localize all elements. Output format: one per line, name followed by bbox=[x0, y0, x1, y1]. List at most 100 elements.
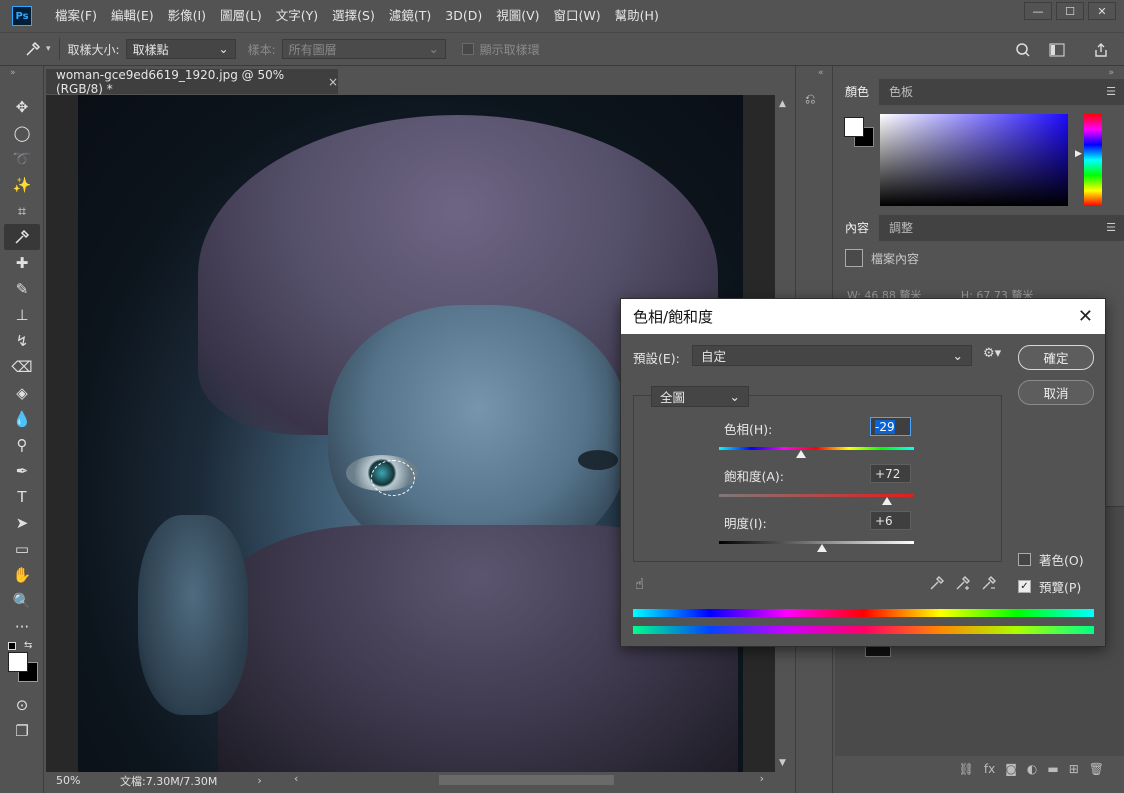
new-group-icon[interactable]: ▬ bbox=[1047, 762, 1058, 784]
screen-mode-icon[interactable]: ❐ bbox=[4, 718, 40, 744]
tab-swatches[interactable]: 色板 bbox=[879, 79, 923, 105]
link-layers-icon[interactable]: ⛓ bbox=[959, 762, 974, 784]
close-window-button[interactable]: ✕ bbox=[1088, 2, 1116, 20]
quick-mask-icon[interactable]: ⊙ bbox=[4, 692, 40, 718]
share-icon[interactable] bbox=[1090, 39, 1112, 61]
menu-help[interactable]: 幫助(H) bbox=[608, 0, 666, 32]
menu-type[interactable]: 文字(Y) bbox=[269, 0, 325, 32]
eyedropper-minus-icon[interactable] bbox=[981, 575, 997, 595]
hand-tool-icon[interactable]: ✋ bbox=[4, 562, 40, 588]
eyedropper-icon[interactable] bbox=[22, 38, 44, 60]
lightness-input[interactable]: +6 bbox=[870, 511, 911, 530]
horizontal-scrollbar[interactable]: ‹ › bbox=[294, 772, 764, 785]
ellipse-marquee-tool-icon[interactable]: ◯ bbox=[4, 120, 40, 146]
horizontal-scroll-thumb[interactable] bbox=[439, 775, 614, 785]
hue-input[interactable]: -29 bbox=[870, 417, 911, 436]
menu-image[interactable]: 影像(I) bbox=[161, 0, 213, 32]
maximize-button[interactable]: ☐ bbox=[1056, 2, 1084, 20]
lasso-tool-icon[interactable]: ➰ bbox=[4, 146, 40, 172]
sample-size-select[interactable]: 取樣點 ⌄ bbox=[125, 39, 236, 59]
magic-wand-tool-icon[interactable]: ✨ bbox=[4, 172, 40, 198]
type-tool-icon[interactable]: T bbox=[4, 484, 40, 510]
menu-file[interactable]: 檔案(F) bbox=[48, 0, 104, 32]
scroll-left-icon[interactable]: ‹ bbox=[294, 772, 298, 785]
tool-preset-chevron-icon[interactable]: ▾ bbox=[46, 44, 51, 54]
preview-checkbox[interactable]: ✓ bbox=[1018, 580, 1031, 593]
expand-panels-icon[interactable]: « bbox=[818, 68, 824, 78]
more-tools-icon[interactable]: ··· bbox=[4, 614, 40, 640]
foreground-color-swatch[interactable] bbox=[8, 652, 28, 672]
menu-edit[interactable]: 編輯(E) bbox=[104, 0, 161, 32]
history-icon[interactable]: ⎌ bbox=[805, 92, 825, 112]
preset-select[interactable]: 自定 ⌄ bbox=[692, 345, 972, 366]
adjustment-layer-icon[interactable]: ◐ bbox=[1027, 762, 1037, 784]
menu-filter[interactable]: 濾鏡(T) bbox=[382, 0, 438, 32]
saturation-input[interactable]: +72 bbox=[870, 464, 911, 483]
ok-button[interactable]: 確定 bbox=[1018, 345, 1094, 370]
move-tool-icon[interactable]: ✥ bbox=[4, 94, 40, 120]
clone-stamp-tool-icon[interactable]: ⊥ bbox=[4, 302, 40, 328]
healing-brush-tool-icon[interactable]: ✚ bbox=[4, 250, 40, 276]
panel-menu-icon[interactable]: ☰ bbox=[1106, 85, 1116, 98]
eraser-tool-icon[interactable]: ⌫ bbox=[4, 354, 40, 380]
cancel-button[interactable]: 取消 bbox=[1018, 380, 1094, 405]
brush-tool-icon[interactable]: ✎ bbox=[4, 276, 40, 302]
crop-tool-icon[interactable]: ⌗ bbox=[4, 198, 40, 224]
history-brush-tool-icon[interactable]: ↯ bbox=[4, 328, 40, 354]
eyedropper-plus-icon[interactable] bbox=[955, 575, 971, 595]
minimize-button[interactable]: — bbox=[1024, 2, 1052, 20]
workspace-icon[interactable] bbox=[1046, 39, 1068, 61]
close-icon[interactable]: ✕ bbox=[1078, 306, 1093, 327]
collapse-panels-icon[interactable]: » bbox=[1108, 68, 1114, 78]
status-menu-chevron-icon[interactable]: › bbox=[257, 774, 261, 787]
menu-layer[interactable]: 圖層(L) bbox=[213, 0, 269, 32]
close-document-icon[interactable]: × bbox=[328, 75, 338, 89]
sample-select[interactable]: 所有圖層 ⌄ bbox=[281, 39, 446, 59]
tab-adjustments[interactable]: 調整 bbox=[879, 215, 923, 241]
tab-color[interactable]: 顏色 bbox=[835, 79, 880, 105]
color-field[interactable] bbox=[880, 114, 1068, 206]
menu-3d[interactable]: 3D(D) bbox=[438, 0, 489, 32]
show-ring-checkbox[interactable] bbox=[461, 43, 474, 55]
pen-tool-icon[interactable]: ✒ bbox=[4, 458, 40, 484]
scroll-right-icon[interactable]: › bbox=[760, 772, 764, 785]
paint-bucket-tool-icon[interactable]: ◈ bbox=[4, 380, 40, 406]
menu-select[interactable]: 選擇(S) bbox=[325, 0, 382, 32]
targeted-adjustment-hand-icon[interactable]: ☝ bbox=[635, 575, 644, 593]
eyedropper-icon[interactable] bbox=[929, 575, 945, 595]
default-colors-icon[interactable] bbox=[8, 642, 16, 650]
document-tab[interactable]: woman-gce9ed6619_1920.jpg @ 50%(RGB/8) *… bbox=[46, 68, 338, 96]
panel-menu-icon[interactable]: ☰ bbox=[1106, 221, 1116, 234]
foreground-color-swatch[interactable] bbox=[844, 117, 864, 137]
colorize-checkbox[interactable] bbox=[1018, 553, 1031, 566]
menu-view[interactable]: 視圖(V) bbox=[489, 0, 546, 32]
hue-slider-track[interactable] bbox=[719, 447, 914, 450]
fx-icon[interactable]: fx bbox=[984, 762, 995, 784]
scroll-down-icon[interactable]: ▼ bbox=[779, 758, 786, 768]
selection-marquee[interactable] bbox=[371, 460, 415, 496]
hue-slider[interactable] bbox=[1084, 114, 1102, 206]
zoom-tool-icon[interactable]: 🔍 bbox=[4, 588, 40, 614]
collapse-toolbar-icon[interactable]: » bbox=[0, 66, 43, 94]
search-icon[interactable] bbox=[1012, 39, 1034, 61]
eyedropper-tool-icon[interactable] bbox=[4, 224, 40, 250]
color-swatches[interactable]: ⇆ bbox=[0, 640, 43, 684]
blur-tool-icon[interactable]: 💧 bbox=[4, 406, 40, 432]
tab-properties[interactable]: 內容 bbox=[835, 215, 880, 241]
zoom-level[interactable]: 50% bbox=[46, 774, 90, 787]
preview-option[interactable]: ✓ 預覽(P) bbox=[1018, 577, 1081, 596]
swap-colors-icon[interactable]: ⇆ bbox=[24, 640, 32, 651]
add-mask-icon[interactable]: ◙ bbox=[1005, 762, 1017, 784]
hue-slider-thumb[interactable] bbox=[795, 450, 806, 458]
new-layer-icon[interactable]: ⊞ bbox=[1069, 762, 1079, 784]
menu-window[interactable]: 窗口(W) bbox=[547, 0, 608, 32]
dialog-titlebar[interactable]: 色相/飽和度 ✕ bbox=[621, 299, 1105, 334]
lightness-slider-thumb[interactable] bbox=[817, 544, 828, 552]
channel-select[interactable]: 全圖 ⌄ bbox=[651, 386, 749, 407]
colorize-option[interactable]: 著色(O) bbox=[1018, 550, 1084, 569]
dodge-tool-icon[interactable]: ⚲ bbox=[4, 432, 40, 458]
trash-icon[interactable]: 🗑 bbox=[1089, 762, 1104, 784]
rectangle-tool-icon[interactable]: ▭ bbox=[4, 536, 40, 562]
scroll-up-icon[interactable]: ▲ bbox=[779, 99, 786, 109]
saturation-slider-thumb[interactable] bbox=[881, 497, 892, 505]
